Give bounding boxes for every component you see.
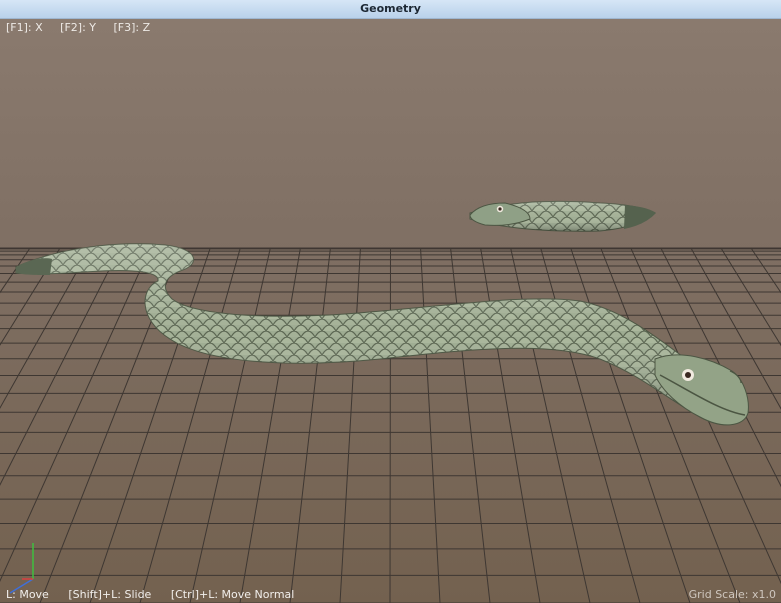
scene-canvas[interactable] xyxy=(0,19,781,603)
snake-small[interactable] xyxy=(469,200,656,232)
status-slide: [Shift]+L: Slide xyxy=(68,588,152,601)
axis-hint-bar: [F1]: X [F2]: Y [F3]: Z xyxy=(0,19,306,37)
snake-main[interactable] xyxy=(15,243,749,426)
3d-viewport[interactable] xyxy=(0,19,781,603)
axis-hint-z: [F3]: Z xyxy=(113,21,151,34)
status-bar: L: Move [Shift]+L: Slide [Ctrl]+L: Move … xyxy=(0,586,781,603)
window-title: Geometry xyxy=(0,0,781,19)
ground-grid xyxy=(0,247,781,603)
status-move: L: Move xyxy=(6,588,49,601)
geometry-window: Geometry [F1]: X [F2]: Y [F3]: Z L: Move… xyxy=(0,0,781,603)
grid-scale-label: Grid Scale: x1.0 xyxy=(688,588,776,601)
axis-hint-x: [F1]: X xyxy=(6,21,43,34)
status-move-normal: [Ctrl]+L: Move Normal xyxy=(170,588,295,601)
axis-hint-y: [F2]: Y xyxy=(60,21,96,34)
